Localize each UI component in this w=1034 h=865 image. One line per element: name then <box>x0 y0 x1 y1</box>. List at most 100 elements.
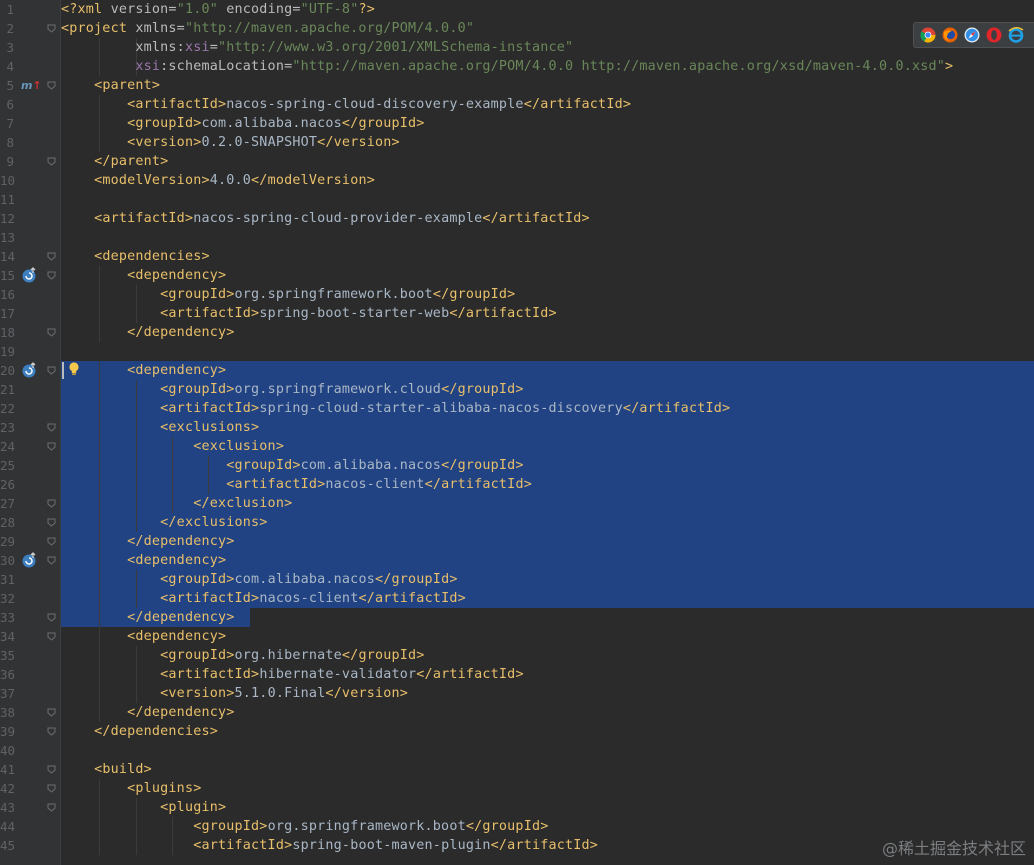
code-text[interactable]: <exclusions> <box>61 418 259 437</box>
code-line[interactable]: 5 <parent> m↑ <box>0 76 1034 95</box>
code-line[interactable]: 1 <?xml version="1.0" encoding="UTF-8"?> <box>0 0 1034 19</box>
code-text[interactable]: <plugin> <box>61 798 226 817</box>
code-line[interactable]: 10 <modelVersion>4.0.0</modelVersion> <box>0 171 1034 190</box>
code-line[interactable]: 20 <dependency> <box>0 361 1034 380</box>
code-text[interactable]: <groupId>com.alibaba.nacos</groupId> <box>61 456 524 475</box>
code-line[interactable]: 11 <box>0 190 1034 209</box>
code-line[interactable]: 35 <groupId>org.hibernate</groupId> <box>0 646 1034 665</box>
code-line[interactable]: 21 <groupId>org.springframework.cloud</g… <box>0 380 1034 399</box>
code-line[interactable]: 42 <plugins> <box>0 779 1034 798</box>
code-text[interactable]: <artifactId>nacos-client</artifactId> <box>61 475 532 494</box>
code-line[interactable]: 37 <version>5.1.0.Final</version> <box>0 684 1034 703</box>
code-line[interactable]: 34 <dependency> <box>0 627 1034 646</box>
fold-marker-icon[interactable] <box>47 442 56 451</box>
code-text[interactable]: <modelVersion>4.0.0</modelVersion> <box>61 171 375 190</box>
code-line[interactable]: 32 <artifactId>nacos-client</artifactId> <box>0 589 1034 608</box>
dependency-navigate-icon[interactable] <box>21 552 38 569</box>
code-text[interactable]: <artifactId>nacos-spring-cloud-discovery… <box>61 95 631 114</box>
code-text[interactable]: <dependency> <box>61 551 226 570</box>
code-line[interactable]: 17 <artifactId>spring-boot-starter-web</… <box>0 304 1034 323</box>
code-text[interactable]: <version>5.1.0.Final</version> <box>61 684 408 703</box>
lightbulb-icon[interactable] <box>67 361 81 377</box>
code-text[interactable]: <parent> <box>61 76 160 95</box>
code-text[interactable]: <artifactId>nacos-spring-cloud-provider-… <box>61 209 590 228</box>
code-text[interactable]: <groupId>org.springframework.boot</group… <box>61 817 548 836</box>
code-line[interactable]: 28 </exclusions> <box>0 513 1034 532</box>
code-text[interactable]: <artifactId>hibernate-validator</artifac… <box>61 665 524 684</box>
fold-marker-icon[interactable] <box>47 252 56 261</box>
code-text[interactable]: <artifactId>spring-boot-starter-web</art… <box>61 304 557 323</box>
code-text[interactable]: </exclusions> <box>61 513 268 532</box>
code-line[interactable]: 31 <groupId>com.alibaba.nacos</groupId> <box>0 570 1034 589</box>
code-line[interactable]: 13 <box>0 228 1034 247</box>
code-line[interactable]: 40 <box>0 741 1034 760</box>
code-line[interactable]: 22 <artifactId>spring-cloud-starter-alib… <box>0 399 1034 418</box>
code-line[interactable]: 15 <dependency> <box>0 266 1034 285</box>
code-line[interactable]: 23 <exclusions> <box>0 418 1034 437</box>
code-text[interactable]: <plugins> <box>61 779 201 798</box>
code-line[interactable]: 12 <artifactId>nacos-spring-cloud-provid… <box>0 209 1034 228</box>
code-line[interactable]: 19 <box>0 342 1034 361</box>
code-text[interactable]: <dependency> <box>61 361 226 380</box>
safari-icon[interactable] <box>964 27 980 43</box>
code-line[interactable]: 25 <groupId>com.alibaba.nacos</groupId> <box>0 456 1034 475</box>
code-line[interactable]: 8 <version>0.2.0-SNAPSHOT</version> <box>0 133 1034 152</box>
maven-parent-icon[interactable]: m↑ <box>21 78 42 93</box>
fold-marker-icon[interactable] <box>47 765 56 774</box>
dependency-navigate-icon[interactable] <box>21 267 38 284</box>
code-text[interactable]: </dependency> <box>61 703 235 722</box>
firefox-icon[interactable] <box>942 27 958 43</box>
code-text[interactable]: xsi:schemaLocation="http://maven.apache.… <box>61 57 953 76</box>
code-line[interactable]: 45 <artifactId>spring-boot-maven-plugin<… <box>0 836 1034 855</box>
code-line[interactable]: 9 </parent> <box>0 152 1034 171</box>
fold-marker-icon[interactable] <box>47 366 56 375</box>
code-text[interactable]: <build> <box>61 760 152 779</box>
code-line[interactable]: 29 </dependency> <box>0 532 1034 551</box>
code-text[interactable]: </dependencies> <box>61 722 218 741</box>
fold-marker-icon[interactable] <box>47 328 56 337</box>
code-line[interactable]: 43 <plugin> <box>0 798 1034 817</box>
ie-icon[interactable] <box>1008 27 1024 43</box>
code-line[interactable]: 36 <artifactId>hibernate-validator</arti… <box>0 665 1034 684</box>
fold-marker-icon[interactable] <box>47 423 56 432</box>
code-line[interactable]: 33 </dependency> <box>0 608 1034 627</box>
code-line[interactable]: 7 <groupId>com.alibaba.nacos</groupId> <box>0 114 1034 133</box>
code-line[interactable]: 27 </exclusion> <box>0 494 1034 513</box>
code-text[interactable]: <groupId>com.alibaba.nacos</groupId> <box>61 570 458 589</box>
code-text[interactable]: <artifactId>spring-cloud-starter-alibaba… <box>61 399 730 418</box>
code-text[interactable]: <exclusion> <box>61 437 284 456</box>
code-text[interactable]: <project xmlns="http://maven.apache.org/… <box>61 19 474 38</box>
code-text[interactable]: <artifactId>nacos-client</artifactId> <box>61 589 466 608</box>
code-text[interactable]: </dependency> <box>61 608 235 627</box>
code-line[interactable]: 16 <groupId>org.springframework.boot</gr… <box>0 285 1034 304</box>
code-text[interactable]: xmlns:xsi="http://www.w3.org/2001/XMLSch… <box>61 38 573 57</box>
code-line[interactable]: 4 xsi:schemaLocation="http://maven.apach… <box>0 57 1034 76</box>
fold-marker-icon[interactable] <box>47 556 56 565</box>
fold-marker-icon[interactable] <box>47 613 56 622</box>
code-line[interactable]: 39 </dependencies> <box>0 722 1034 741</box>
fold-marker-icon[interactable] <box>47 271 56 280</box>
code-text[interactable]: <dependency> <box>61 266 226 285</box>
fold-marker-icon[interactable] <box>47 157 56 166</box>
code-text[interactable]: </dependency> <box>61 532 235 551</box>
fold-marker-icon[interactable] <box>47 727 56 736</box>
code-text[interactable]: <dependency> <box>61 627 226 646</box>
code-line[interactable]: 38 </dependency> <box>0 703 1034 722</box>
fold-marker-icon[interactable] <box>47 784 56 793</box>
fold-marker-icon[interactable] <box>47 708 56 717</box>
code-editor[interactable]: 1 <?xml version="1.0" encoding="UTF-8"?> 2… <box>0 0 1034 865</box>
code-text[interactable]: <dependencies> <box>61 247 210 266</box>
code-text[interactable]: </dependency> <box>61 323 235 342</box>
code-text[interactable]: <groupId>org.springframework.cloud</grou… <box>61 380 524 399</box>
code-text[interactable]: <groupId>org.hibernate</groupId> <box>61 646 425 665</box>
code-line[interactable]: 30 <dependency> <box>0 551 1034 570</box>
code-text[interactable]: </exclusion> <box>61 494 292 513</box>
code-text[interactable]: </parent> <box>61 152 168 171</box>
code-text[interactable]: <?xml version="1.0" encoding="UTF-8"?> <box>61 0 375 19</box>
fold-marker-icon[interactable] <box>47 518 56 527</box>
fold-marker-icon[interactable] <box>47 632 56 641</box>
opera-icon[interactable] <box>986 27 1002 43</box>
fold-marker-icon[interactable] <box>47 499 56 508</box>
code-line[interactable]: 2 <project xmlns="http://maven.apache.org… <box>0 19 1034 38</box>
code-text[interactable]: <artifactId>spring-boot-maven-plugin</ar… <box>61 836 598 855</box>
